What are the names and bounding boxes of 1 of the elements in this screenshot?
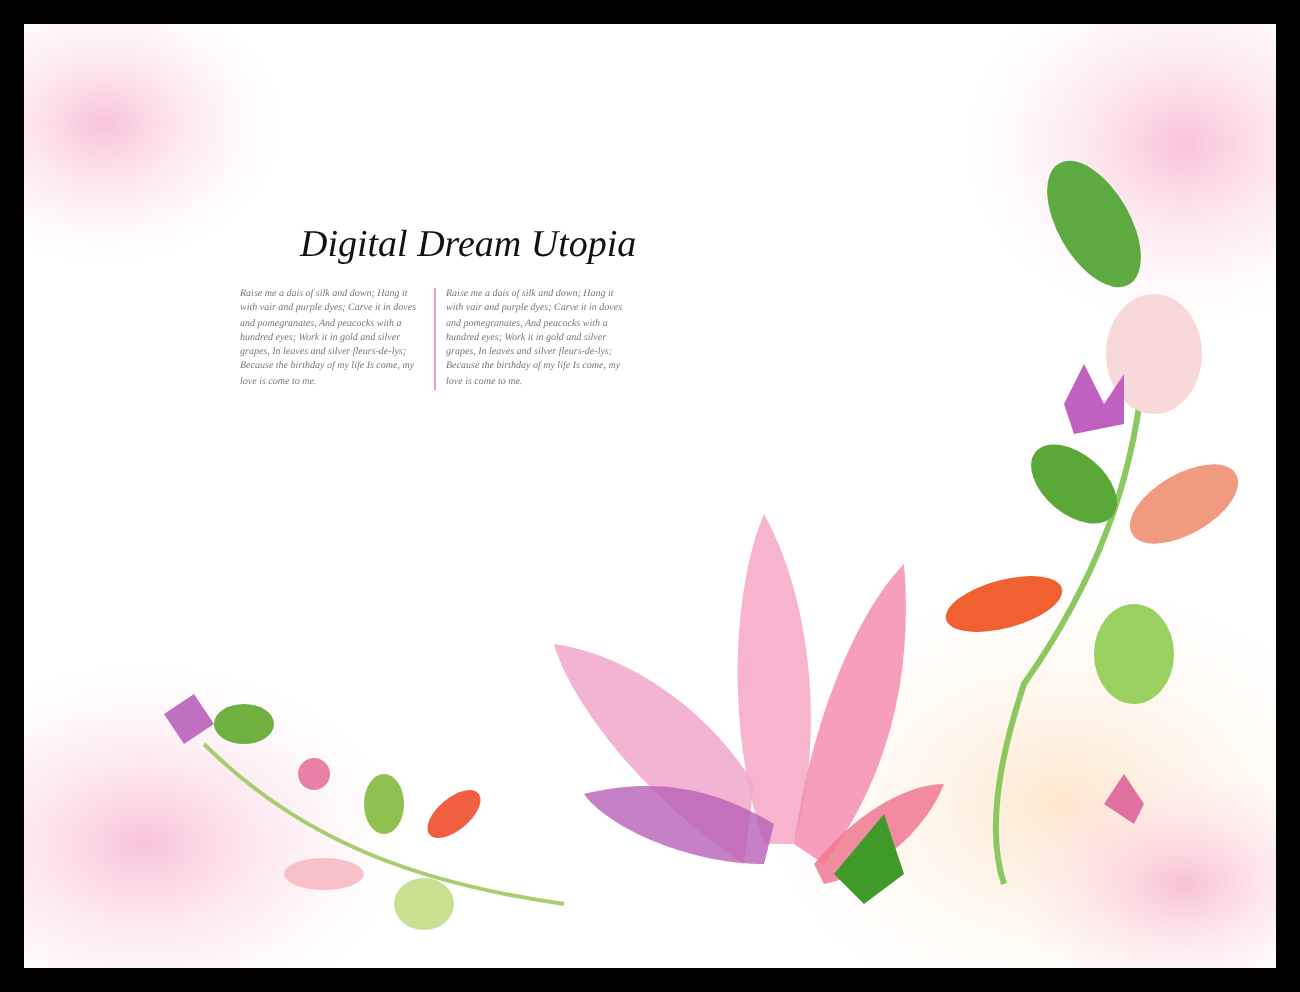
poster-title: Digital Dream Utopia bbox=[297, 224, 639, 268]
